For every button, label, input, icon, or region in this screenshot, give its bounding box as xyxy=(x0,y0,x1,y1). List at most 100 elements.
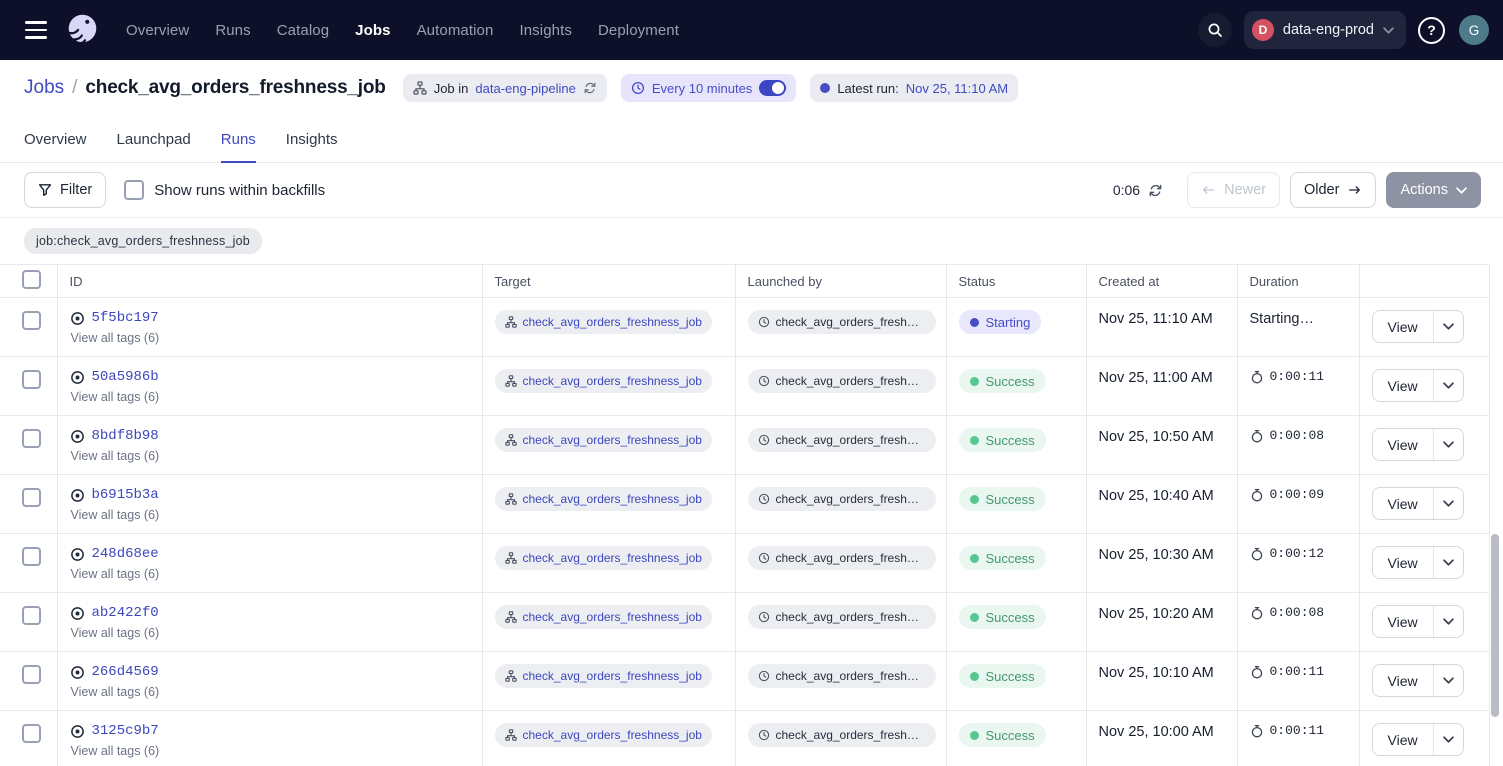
target-pill[interactable]: check_avg_orders_freshness_job xyxy=(495,723,712,747)
vertical-scrollbar[interactable] xyxy=(1491,534,1499,717)
launched-by-pill[interactable]: check_avg_orders_freshn… xyxy=(748,487,936,511)
view-dropdown-button[interactable] xyxy=(1434,429,1463,460)
search-button[interactable] xyxy=(1198,13,1232,47)
nav-item-jobs[interactable]: Jobs xyxy=(355,22,390,39)
breadcrumb-jobs-link[interactable]: Jobs xyxy=(24,77,64,99)
row-checkbox[interactable] xyxy=(22,429,41,448)
target-pill[interactable]: check_avg_orders_freshness_job xyxy=(495,310,712,334)
run-id-link[interactable]: ab2422f0 xyxy=(92,605,159,621)
job-filter-tag[interactable]: job:check_avg_orders_freshness_job xyxy=(24,228,262,254)
row-checkbox[interactable] xyxy=(22,724,41,743)
actions-button-label: Actions xyxy=(1400,182,1448,198)
older-button[interactable]: Older xyxy=(1290,172,1376,208)
view-button[interactable]: View xyxy=(1373,488,1434,519)
view-dropdown-button[interactable] xyxy=(1434,724,1463,755)
status-dot xyxy=(970,495,979,504)
newer-button[interactable]: Newer xyxy=(1187,172,1280,208)
status-dot xyxy=(970,613,979,622)
target-pill[interactable]: check_avg_orders_freshness_job xyxy=(495,546,712,570)
view-dropdown-button[interactable] xyxy=(1434,665,1463,696)
view-button[interactable]: View xyxy=(1373,724,1434,755)
duration: 0:00:08 xyxy=(1250,605,1325,620)
view-button[interactable]: View xyxy=(1373,665,1434,696)
view-dropdown-button[interactable] xyxy=(1434,547,1463,578)
launched-by-pill[interactable]: check_avg_orders_freshn… xyxy=(748,428,936,452)
row-checkbox[interactable] xyxy=(22,311,41,330)
nav-item-runs[interactable]: Runs xyxy=(215,22,250,39)
view-all-tags-link[interactable]: View all tags (6) xyxy=(71,449,472,463)
tab-insights[interactable]: Insights xyxy=(286,131,338,163)
nav-item-catalog[interactable]: Catalog xyxy=(277,22,329,39)
launched-by-pill[interactable]: check_avg_orders_freshn… xyxy=(748,369,936,393)
run-id-link[interactable]: 266d4569 xyxy=(92,664,159,680)
row-checkbox[interactable] xyxy=(22,665,41,684)
launched-by-pill[interactable]: check_avg_orders_freshn… xyxy=(748,664,936,688)
target-pill[interactable]: check_avg_orders_freshness_job xyxy=(495,369,712,393)
column-header-id: ID xyxy=(57,265,482,298)
view-all-tags-link[interactable]: View all tags (6) xyxy=(71,508,472,522)
run-id-link[interactable]: 248d68ee xyxy=(92,546,159,562)
view-button[interactable]: View xyxy=(1373,547,1434,578)
view-button[interactable]: View xyxy=(1373,311,1434,342)
run-id-link[interactable]: b6915b3a xyxy=(92,487,159,503)
launched-by-pill[interactable]: check_avg_orders_freshn… xyxy=(748,310,936,334)
workspace-switcher[interactable]: D data-eng-prod xyxy=(1244,11,1406,49)
schedule-toggle[interactable] xyxy=(759,80,786,96)
view-all-tags-link[interactable]: View all tags (6) xyxy=(71,390,472,404)
run-id-link[interactable]: 50a5986b xyxy=(92,369,159,385)
launched-by-pill[interactable]: check_avg_orders_freshn… xyxy=(748,605,936,629)
tab-launchpad[interactable]: Launchpad xyxy=(117,131,191,163)
actions-button[interactable]: Actions xyxy=(1386,172,1481,208)
view-button[interactable]: View xyxy=(1373,429,1434,460)
launched-by-pill[interactable]: check_avg_orders_freshn… xyxy=(748,546,936,570)
primary-nav-links: Overview Runs Catalog Jobs Automation In… xyxy=(126,22,679,39)
tab-runs[interactable]: Runs xyxy=(221,131,256,163)
view-all-tags-link[interactable]: View all tags (6) xyxy=(71,331,472,345)
tab-overview[interactable]: Overview xyxy=(24,131,87,163)
row-checkbox[interactable] xyxy=(22,488,41,507)
help-icon[interactable]: ? xyxy=(1418,17,1445,44)
refresh-icon[interactable] xyxy=(1148,183,1163,198)
row-checkbox[interactable] xyxy=(22,370,41,389)
run-id-link[interactable]: 5f5bc197 xyxy=(92,310,159,326)
target-pill[interactable]: check_avg_orders_freshness_job xyxy=(495,605,712,629)
view-dropdown-button[interactable] xyxy=(1434,370,1463,401)
view-button[interactable]: View xyxy=(1373,606,1434,637)
view-button[interactable]: View xyxy=(1373,370,1434,401)
target-pill[interactable]: check_avg_orders_freshness_job xyxy=(495,428,712,452)
run-id-link[interactable]: 8bdf8b98 xyxy=(92,428,159,444)
nav-item-insights[interactable]: Insights xyxy=(519,22,572,39)
job-graph-icon xyxy=(505,316,517,328)
view-all-tags-link[interactable]: View all tags (6) xyxy=(71,567,472,581)
status-dot xyxy=(970,377,979,386)
hamburger-menu-icon[interactable] xyxy=(16,10,56,50)
nav-item-deployment[interactable]: Deployment xyxy=(598,22,679,39)
stopwatch-icon xyxy=(1250,370,1264,384)
launched-by-pill[interactable]: check_avg_orders_freshn… xyxy=(748,723,936,747)
nav-item-automation[interactable]: Automation xyxy=(417,22,494,39)
page-header: Jobs / check_avg_orders_freshness_job Jo… xyxy=(0,60,1503,116)
latest-run-link[interactable]: Nov 25, 11:10 AM xyxy=(906,81,1008,96)
row-checkbox[interactable] xyxy=(22,547,41,566)
row-checkbox[interactable] xyxy=(22,606,41,625)
view-all-tags-link[interactable]: View all tags (6) xyxy=(71,626,472,640)
user-avatar[interactable]: G xyxy=(1459,15,1489,45)
nav-item-overview[interactable]: Overview xyxy=(126,22,189,39)
view-dropdown-button[interactable] xyxy=(1434,311,1463,342)
reload-icon[interactable] xyxy=(583,81,597,95)
view-dropdown-button[interactable] xyxy=(1434,488,1463,519)
run-id-link[interactable]: 3125c9b7 xyxy=(92,723,159,739)
filter-button[interactable]: Filter xyxy=(24,172,106,208)
dagster-logo-icon[interactable] xyxy=(62,10,102,50)
view-dropdown-button[interactable] xyxy=(1434,606,1463,637)
target-pill[interactable]: check_avg_orders_freshness_job xyxy=(495,664,712,688)
duration: 0:00:09 xyxy=(1250,487,1325,502)
show-backfills-checkbox[interactable] xyxy=(124,180,144,200)
status-dot xyxy=(970,731,979,740)
select-all-checkbox[interactable] xyxy=(22,270,41,289)
target-pill[interactable]: check_avg_orders_freshness_job xyxy=(495,487,712,511)
view-all-tags-link[interactable]: View all tags (6) xyxy=(71,685,472,699)
view-all-tags-link[interactable]: View all tags (6) xyxy=(71,744,472,758)
pipeline-link[interactable]: data-eng-pipeline xyxy=(475,81,575,96)
status-dot xyxy=(970,554,979,563)
